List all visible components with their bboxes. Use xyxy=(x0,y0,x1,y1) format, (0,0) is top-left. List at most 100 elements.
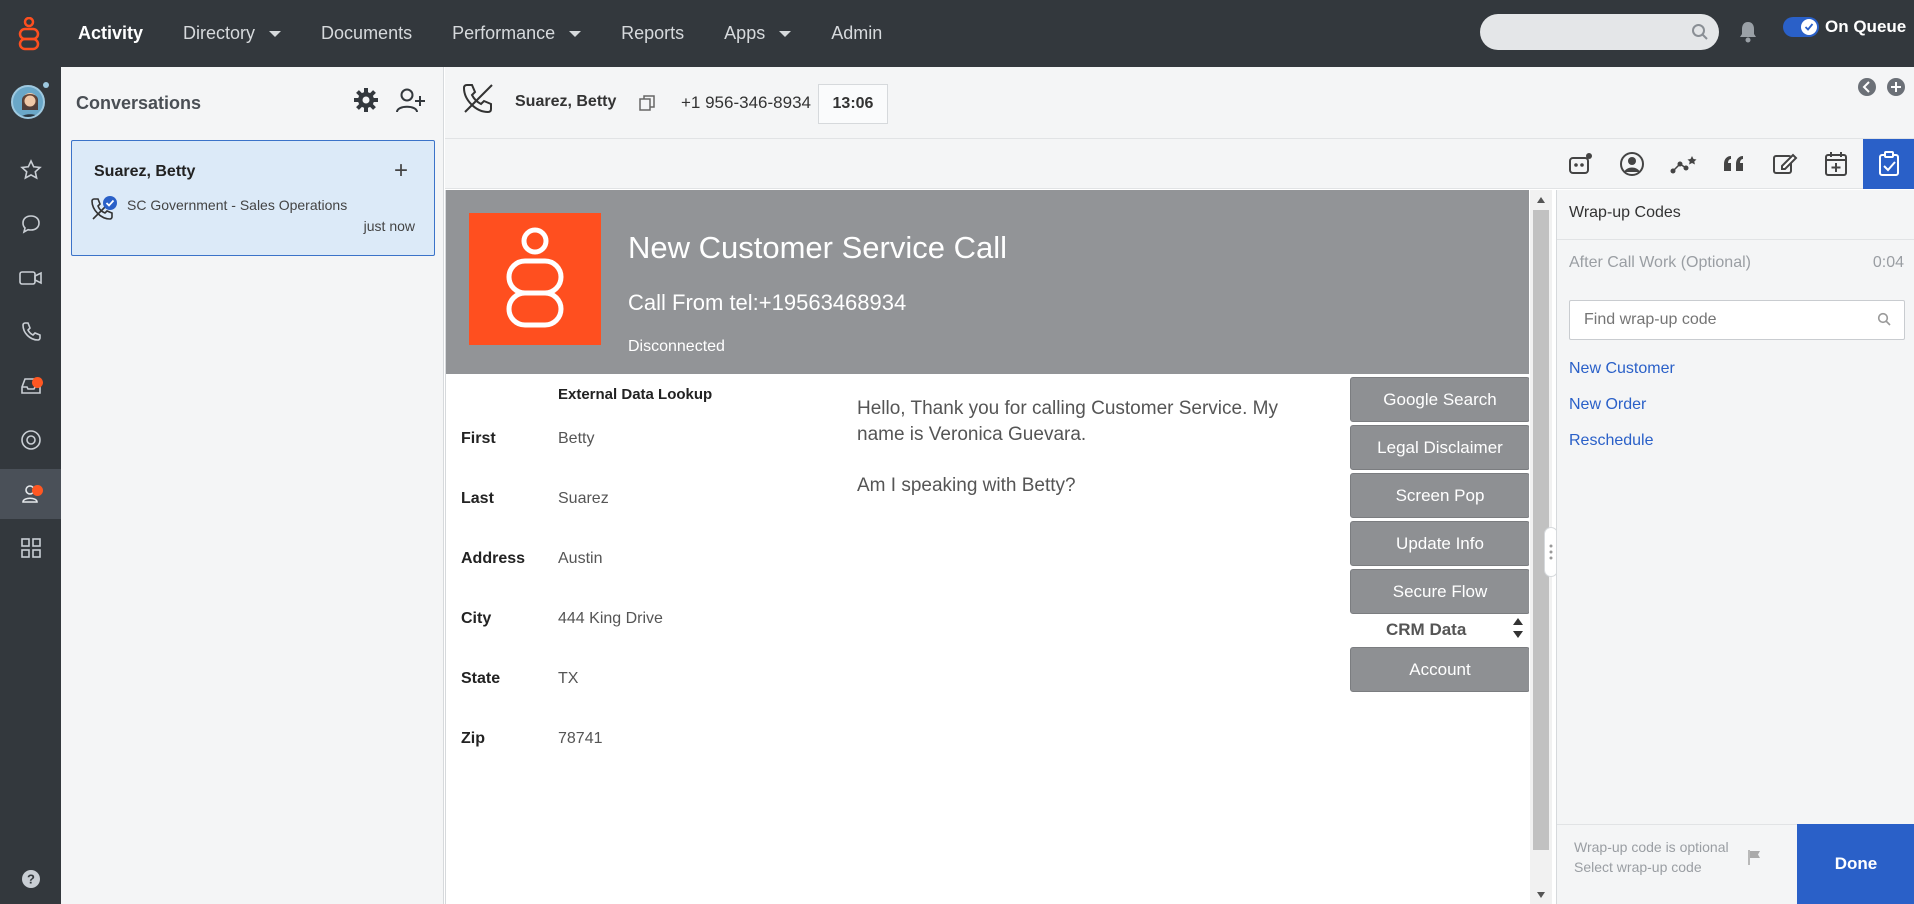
script-banner: New Customer Service Call Call From tel:… xyxy=(446,190,1529,374)
genesys-logo-icon xyxy=(469,213,601,345)
card-timestamp: just now xyxy=(363,218,415,234)
lookup-title: External Data Lookup xyxy=(558,386,713,403)
nav-reports-label: Reports xyxy=(621,23,685,43)
contact-profile-icon[interactable] xyxy=(1606,139,1657,189)
copy-icon[interactable] xyxy=(638,94,656,117)
chevron-down-icon xyxy=(779,30,792,37)
field-value: 78741 xyxy=(558,730,603,747)
account-button[interactable]: Account xyxy=(1350,647,1529,692)
status-indicator xyxy=(43,82,49,88)
edit-notes-icon[interactable] xyxy=(1759,139,1810,189)
nav-activity-label: Activity xyxy=(78,23,144,43)
field-value: Betty xyxy=(558,430,595,447)
chat-icon[interactable] xyxy=(0,199,61,249)
field-value: TX xyxy=(558,670,579,687)
nav-reports[interactable]: Reports xyxy=(621,23,684,44)
agent-assist-icon[interactable] xyxy=(1555,139,1606,189)
gear-icon[interactable] xyxy=(353,87,379,118)
calendar-add-icon[interactable] xyxy=(1810,139,1861,189)
flag-icon[interactable] xyxy=(1747,849,1763,870)
call-timer: 13:06 xyxy=(818,84,888,124)
apps-icon[interactable] xyxy=(0,523,61,573)
conversation-card[interactable]: Suarez, Betty + SC Government - Sales Op… xyxy=(71,140,435,256)
wrap-up-clipboard-icon[interactable] xyxy=(1863,139,1914,189)
scroll-down-icon[interactable] xyxy=(1536,891,1546,899)
star-icon[interactable] xyxy=(0,145,61,195)
nav-apps[interactable]: Apps xyxy=(724,23,792,44)
nav-activity[interactable]: Activity xyxy=(78,23,143,44)
queue-label: On Queue xyxy=(1825,17,1907,36)
help-icon[interactable]: ? xyxy=(0,854,61,904)
legal-disclaimer-button[interactable]: Legal Disclaimer xyxy=(1350,425,1529,470)
field-label: City xyxy=(461,610,492,627)
nav-performance-label: Performance xyxy=(452,23,556,43)
wrap-up-footer: Wrap-up code is optional Select wrap-up … xyxy=(1557,824,1797,904)
chevron-down-icon xyxy=(569,30,582,37)
wrap-up-code-new-order[interactable]: New Order xyxy=(1569,396,1646,414)
card-queue-name: SC Government - Sales Operations xyxy=(127,197,348,213)
genesys-logo-icon[interactable] xyxy=(0,0,58,67)
script-title: New Customer Service Call xyxy=(628,230,1007,265)
call-ended-icon xyxy=(461,81,497,122)
field-label: State xyxy=(461,670,501,687)
field-value: Austin xyxy=(558,550,603,567)
done-button[interactable]: Done xyxy=(1797,824,1914,904)
spinner-arrows-icon[interactable] xyxy=(1511,615,1525,646)
secure-flow-button[interactable]: Secure Flow xyxy=(1350,569,1529,614)
on-queue-toggle[interactable]: On Queue xyxy=(1783,17,1906,37)
wrap-up-optional-note: Wrap-up code is optional xyxy=(1574,839,1729,855)
call-contact-name: Suarez, Betty xyxy=(515,93,617,110)
back-arrow-icon[interactable] xyxy=(1857,77,1877,102)
journey-icon[interactable] xyxy=(1657,139,1708,189)
card-contact-name: Suarez, Betty xyxy=(94,163,196,180)
greeting-line-1: Hello, Thank you for calling Customer Se… xyxy=(857,398,1278,445)
screen-pop-button[interactable]: Screen Pop xyxy=(1350,473,1529,518)
nav-admin[interactable]: Admin xyxy=(831,23,882,44)
scroll-up-icon[interactable] xyxy=(1536,196,1546,204)
add-circle-icon[interactable] xyxy=(1886,77,1906,102)
call-ended-icon xyxy=(90,193,120,228)
wrap-up-search-input[interactable] xyxy=(1569,300,1905,340)
agent-icon[interactable] xyxy=(0,469,61,519)
wrap-up-panel: Wrap-up Codes After Call Work (Optional)… xyxy=(1556,190,1914,904)
top-navigation-bar: Activity Directory Documents Performance… xyxy=(0,0,1914,67)
google-search-button[interactable]: Google Search xyxy=(1350,377,1529,422)
queue-switch[interactable] xyxy=(1783,17,1819,37)
inbox-icon[interactable] xyxy=(0,361,61,411)
call-from-text: Call From tel:+19563468934 xyxy=(628,290,907,315)
call-status: Disconnected xyxy=(628,338,725,355)
avatar[interactable] xyxy=(11,85,45,119)
video-icon[interactable] xyxy=(0,253,61,303)
nav-admin-label: Admin xyxy=(831,23,883,43)
field-label: Zip xyxy=(461,730,485,747)
field-label: Address xyxy=(461,550,526,567)
greeting-line-2: Am I speaking with Betty? xyxy=(857,475,1076,496)
call-phone-number: +1 956-346-8934 xyxy=(681,93,811,112)
phone-icon[interactable] xyxy=(0,307,61,357)
nav-documents[interactable]: Documents xyxy=(321,23,412,44)
chevron-down-icon xyxy=(269,30,282,37)
notification-dot xyxy=(32,485,43,496)
update-info-button[interactable]: Update Info xyxy=(1350,521,1529,566)
wrap-up-title: Wrap-up Codes xyxy=(1569,204,1681,221)
wrap-up-code-reschedule[interactable]: Reschedule xyxy=(1569,432,1654,450)
divider xyxy=(1557,239,1914,240)
nav-documents-label: Documents xyxy=(321,23,413,43)
notification-dot xyxy=(32,377,43,388)
nav-directory-label: Directory xyxy=(183,23,256,43)
plus-icon[interactable]: + xyxy=(394,157,408,185)
bell-icon[interactable] xyxy=(1738,20,1758,49)
nav-performance[interactable]: Performance xyxy=(452,23,582,44)
field-label: First xyxy=(461,430,496,447)
field-label: Last xyxy=(461,490,494,507)
nav-directory[interactable]: Directory xyxy=(183,23,282,44)
greeting-text: Hello, Thank you for calling Customer Se… xyxy=(857,396,1297,524)
search-icon xyxy=(1877,312,1891,331)
global-search-input[interactable] xyxy=(1480,14,1719,50)
search-icon xyxy=(1691,23,1709,46)
wrap-up-code-new-customer[interactable]: New Customer xyxy=(1569,360,1675,378)
target-icon[interactable] xyxy=(0,415,61,465)
quote-icon[interactable] xyxy=(1708,139,1759,189)
add-participant-icon[interactable] xyxy=(396,87,426,118)
call-header: Suarez, Betty +1 956-346-8934 13:06 xyxy=(445,67,1914,139)
